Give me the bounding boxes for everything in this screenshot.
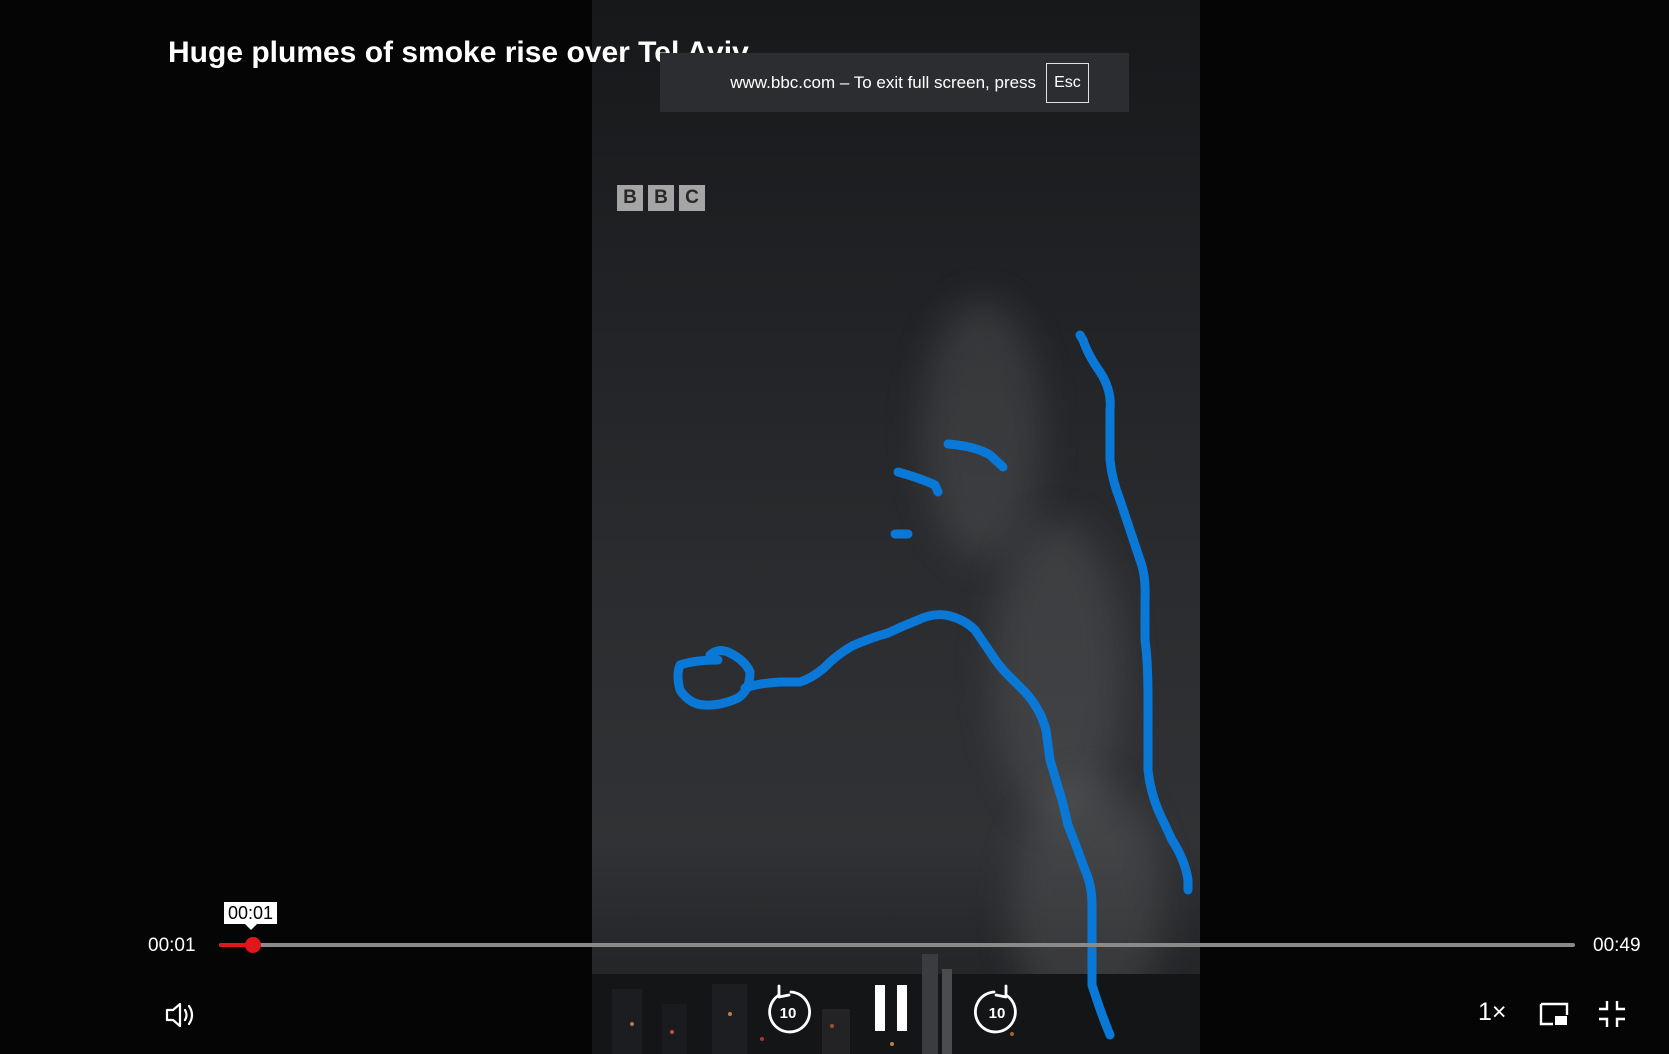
smoke-plume xyxy=(992,520,1122,820)
progress-thumb[interactable] xyxy=(244,937,261,953)
pause-button[interactable] xyxy=(868,979,914,1037)
pip-button[interactable] xyxy=(1536,998,1572,1030)
bbc-logo: B B C xyxy=(617,185,705,211)
skip-forward-label: 10 xyxy=(988,1005,1006,1022)
video-player[interactable]: B B C Huge plumes of smoke rise over Tel… xyxy=(0,0,1669,1054)
current-time: 00:01 xyxy=(148,935,196,956)
skip-forward-button[interactable]: 10 xyxy=(972,983,1022,1037)
logo-letter: B xyxy=(617,185,643,211)
skip-back-button[interactable]: 10 xyxy=(763,983,813,1037)
playback-speed-button[interactable]: 1× xyxy=(1478,998,1507,1027)
smoke-plume xyxy=(922,300,1042,560)
total-time: 00:49 xyxy=(1593,935,1641,956)
volume-button[interactable] xyxy=(162,998,200,1032)
skip-back-label: 10 xyxy=(779,1005,797,1022)
exit-fullscreen-button[interactable] xyxy=(1594,996,1630,1032)
picture-in-picture-icon xyxy=(1539,1002,1569,1026)
fullscreen-notice-text: www.bbc.com – To exit full screen, press xyxy=(730,72,1037,92)
progress-bar[interactable] xyxy=(219,937,1575,953)
time-tooltip: 00:01 xyxy=(224,902,278,930)
logo-letter: C xyxy=(679,185,705,211)
esc-key-hint: Esc xyxy=(1046,62,1089,103)
logo-letter: B xyxy=(648,185,674,211)
pause-icon xyxy=(875,985,907,1031)
exit-fullscreen-icon xyxy=(1599,1001,1625,1027)
video-frame[interactable] xyxy=(592,0,1200,1054)
volume-icon xyxy=(165,1002,194,1028)
fullscreen-notice: www.bbc.com – To exit full screen, press… xyxy=(660,53,1129,112)
